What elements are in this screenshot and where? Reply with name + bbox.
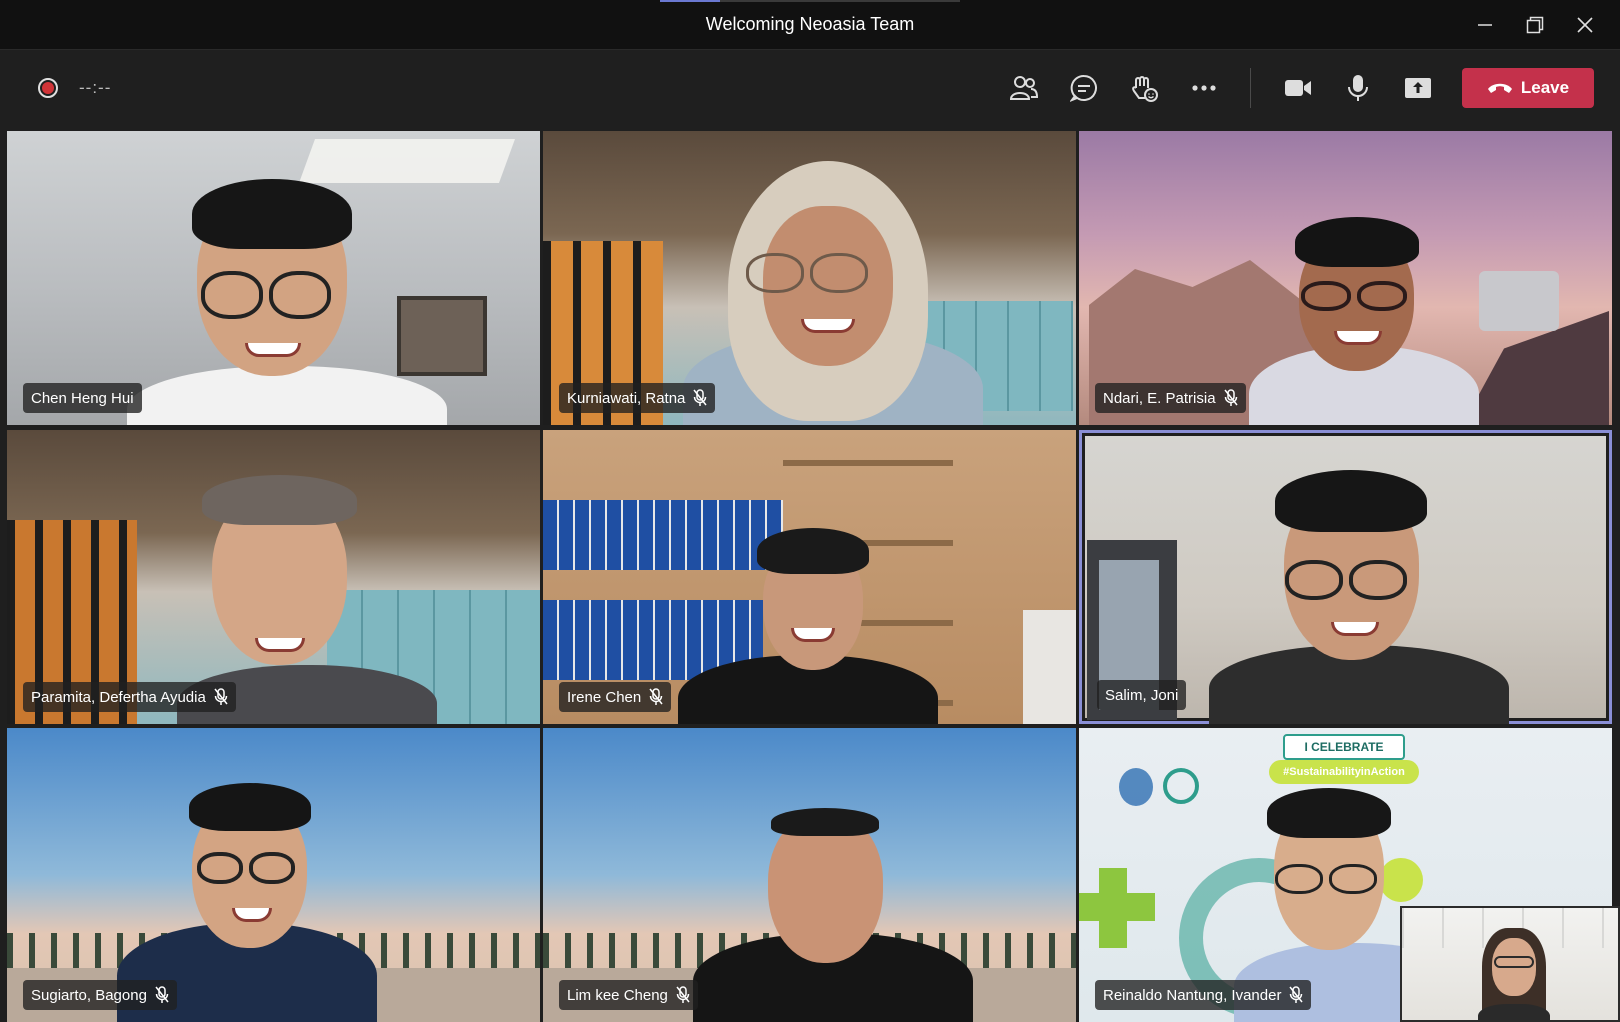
participant-name: Ndari, E. Patrisia: [1103, 389, 1216, 407]
participant-name-badge: Chen Heng Hui: [23, 383, 142, 413]
video-tile[interactable]: Ndari, E. Patrisia: [1079, 131, 1612, 425]
participant-name: Paramita, Defertha Ayudia: [31, 688, 206, 706]
participant-name-badge: Reinaldo Nantung, Ivander: [1095, 980, 1312, 1010]
participant-name-badge: Ndari, E. Patrisia: [1095, 383, 1246, 413]
video-tile[interactable]: Irene Chen: [543, 430, 1076, 724]
title-progress-accent: [660, 0, 960, 2]
logo-mark: [1163, 768, 1199, 804]
mic-muted-icon: [214, 688, 228, 706]
video-tile[interactable]: Lim kee Cheng: [543, 728, 1076, 1022]
more-icon[interactable]: [1184, 68, 1224, 108]
participant-name: Lim kee Cheng: [567, 986, 668, 1004]
video-tile-active-speaker[interactable]: Salim, Joni: [1079, 430, 1612, 724]
participant-name-badge: Sugiarto, Bagong: [23, 980, 177, 1010]
window-controls: [1460, 0, 1610, 50]
recording-indicator-icon: [38, 78, 58, 98]
mic-muted-icon: [676, 986, 690, 1004]
participant-name-badge: Kurniawati, Ratna: [559, 383, 716, 413]
participant-name: Kurniawati, Ratna: [567, 389, 686, 407]
banner-line-2: #SustainabilityinAction: [1269, 760, 1419, 784]
participant-name: Salim, Joni: [1105, 686, 1179, 704]
toolbar-divider: [1250, 68, 1251, 108]
leave-label: Leave: [1520, 78, 1570, 97]
mic-icon[interactable]: [1338, 68, 1378, 108]
close-icon[interactable]: [1560, 0, 1610, 50]
minimize-icon[interactable]: [1460, 0, 1510, 50]
video-tile[interactable]: Paramita, Defertha Ayudia: [7, 430, 540, 724]
teams-meeting-window: Welcoming Neoasia Team --:-- Leave Chen …: [0, 0, 1620, 1022]
mic-muted-icon: [649, 688, 663, 706]
video-tile[interactable]: Chen Heng Hui: [7, 131, 540, 425]
participant-name-badge: Irene Chen: [559, 682, 672, 712]
meeting-title: Welcoming Neoasia Team: [705, 14, 915, 34]
participant-name-badge: Paramita, Defertha Ayudia: [23, 682, 236, 712]
mic-muted-icon: [1223, 389, 1238, 407]
leave-button[interactable]: Leave: [1462, 68, 1594, 108]
mic-muted-icon: [1289, 986, 1304, 1004]
restore-icon[interactable]: [1510, 0, 1560, 50]
meeting-toolbar: --:-- Leave: [0, 50, 1620, 126]
phone-hangup-icon: [1487, 83, 1512, 93]
logo-mark: [1119, 768, 1153, 806]
banner-line-1: I CELEBRATE: [1283, 734, 1405, 760]
mic-muted-icon: [693, 389, 707, 407]
participant-name-badge: Lim kee Cheng: [559, 980, 698, 1010]
share-screen-icon[interactable]: [1398, 68, 1438, 108]
participant-name-badge: Salim, Joni: [1097, 680, 1187, 710]
camera-icon[interactable]: [1278, 68, 1318, 108]
video-tile[interactable]: Sugiarto, Bagong: [7, 728, 540, 1022]
title-bar: Welcoming Neoasia Team: [0, 0, 1620, 50]
self-view-video[interactable]: [1400, 906, 1620, 1022]
participant-name: Irene Chen: [567, 688, 642, 706]
meeting-timer: --:--: [79, 78, 112, 97]
reactions-icon[interactable]: [1124, 68, 1164, 108]
mic-muted-icon: [155, 986, 169, 1004]
video-tile[interactable]: Kurniawati, Ratna: [543, 131, 1076, 425]
people-icon[interactable]: [1004, 68, 1044, 108]
participant-name: Sugiarto, Bagong: [31, 986, 147, 1004]
participant-name: Chen Heng Hui: [31, 389, 134, 407]
participant-name: Reinaldo Nantung, Ivander: [1103, 986, 1282, 1004]
video-grid: Chen Heng Hui Kurniawati, Ratna Ndari, E…: [0, 126, 1620, 1022]
chat-icon[interactable]: [1064, 68, 1104, 108]
